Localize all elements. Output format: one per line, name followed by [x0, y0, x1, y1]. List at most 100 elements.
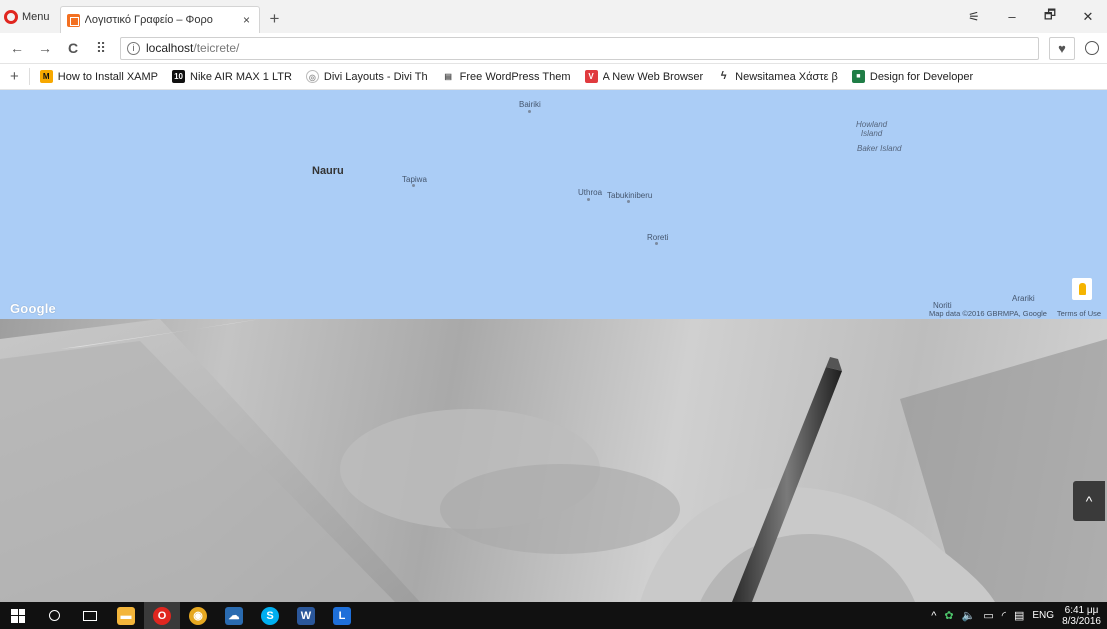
bookmark-item[interactable]: ◎ Divi Layouts - Divi Th	[305, 70, 428, 83]
map-data-credit: Map data ©2016 GBRMPA, Google	[929, 309, 1047, 318]
document-icon: ▤	[441, 70, 455, 83]
task-view-icon	[83, 610, 97, 621]
taskbar-search-button[interactable]	[36, 602, 72, 629]
volume-icon[interactable]: 🔈	[962, 609, 976, 622]
word-icon: W	[297, 606, 315, 625]
taskbar-app-word[interactable]: W	[288, 602, 324, 629]
taskbar-app-cloud[interactable]: ☁	[216, 602, 252, 629]
newsitamea-icon: ϟ	[717, 70, 731, 83]
restore-button[interactable]: 🗗	[1031, 6, 1069, 28]
map-place-dot	[412, 184, 415, 187]
bookmark-label: A New Web Browser	[602, 70, 704, 83]
folder-icon: ▬	[117, 606, 135, 625]
map-label-nauru: Nauru	[312, 165, 344, 177]
windows-logo-icon	[11, 608, 25, 623]
nike-icon: 10	[172, 70, 186, 83]
bookmark-item[interactable]: ■ Design for Developer	[851, 70, 974, 83]
street-view-pegman-icon[interactable]	[1072, 278, 1092, 300]
site-info-icon[interactable]: i	[127, 41, 140, 55]
divi-icon: ◎	[305, 70, 319, 83]
clock-date: 8/3/2016	[1062, 615, 1101, 627]
bookmark-label: How to Install XAMP	[57, 70, 159, 83]
tab-title: Λογιστικό Γραφείο – Φορο	[84, 14, 213, 26]
battery-icon[interactable]: ▭	[983, 609, 993, 622]
system-tray: ^ ✿ 🔈 ▭ ◜ ▤ ENG 6:41 μμ 8/3/2016	[931, 605, 1107, 627]
bookmarks-bar: + M How to Install XAMP 10 Nike AIR MAX …	[0, 64, 1107, 90]
bookmark-label: Newsitamea Χάστε β	[735, 70, 838, 83]
map-place-dot	[587, 198, 590, 201]
hero-photo-writing	[0, 319, 1107, 602]
map-label-arariki: Arariki	[1012, 294, 1035, 303]
clock-time: 6:41 μμ	[1064, 604, 1099, 616]
menu-label: Menu	[22, 10, 50, 23]
opera-icon: O	[153, 606, 171, 625]
tab-menu-icon[interactable]: ⚟	[955, 9, 993, 25]
task-view-button[interactable]	[72, 602, 108, 629]
url-path: /teicrete/	[193, 41, 240, 55]
google-logo[interactable]: Google	[10, 301, 56, 316]
bookmark-label: Divi Layouts - Divi Th	[323, 70, 428, 83]
google-map[interactable]: Bairiki Howland Island Baker Island Naur…	[0, 90, 1107, 319]
tab-close-icon[interactable]: ×	[241, 13, 253, 27]
taskbar-clock[interactable]: 6:41 μμ 8/3/2016	[1062, 605, 1101, 627]
taskbar-app-chrome[interactable]: ◉	[180, 602, 216, 629]
language-indicator[interactable]: ENG	[1032, 610, 1054, 621]
url-input[interactable]: i localhost/teicrete/	[120, 36, 1039, 60]
bookmark-item[interactable]: ϟ Newsitamea Χάστε β	[717, 70, 838, 83]
map-label-tabukiniberu: Tabukiniberu	[607, 191, 653, 200]
taskbar-app-skype[interactable]: S	[252, 602, 288, 629]
scroll-to-top-button[interactable]: ^	[1073, 481, 1105, 521]
terms-of-use-link[interactable]: Terms of Use	[1057, 309, 1101, 318]
taskbar-app-file-explorer[interactable]: ▬	[108, 602, 144, 629]
map-label-uthroa: Uthroa	[578, 188, 603, 197]
forward-icon[interactable]: →	[36, 40, 54, 56]
opera-menu-button[interactable]: Menu	[0, 0, 58, 33]
bookmark-label: Design for Developer	[869, 70, 974, 83]
minimize-button[interactable]: –	[993, 9, 1031, 24]
heart-icon: ♥	[1058, 40, 1066, 56]
network-app-icon[interactable]: ✿	[944, 609, 953, 622]
map-label-roreti: Roreti	[647, 233, 669, 242]
address-bar: ← → C ⠿ i localhost/teicrete/ ♥	[0, 33, 1107, 64]
map-label-bairiki: Bairiki	[519, 100, 541, 109]
bookmark-heart-button[interactable]: ♥	[1049, 36, 1075, 60]
map-place-dot	[655, 242, 658, 245]
vivaldi-icon: V	[584, 70, 598, 83]
reload-icon[interactable]: C	[64, 40, 82, 56]
window-controls: ⚟ – 🗗 ✕	[955, 0, 1107, 33]
bookmark-label: Free WordPress Them	[459, 70, 571, 83]
opera-logo-icon	[4, 9, 18, 24]
profile-icon[interactable]	[1085, 41, 1099, 55]
map-place-dot	[528, 110, 531, 113]
hero-photo-illustration	[0, 319, 1107, 602]
bookmark-item[interactable]: 10 Nike AIR MAX 1 LTR	[172, 70, 292, 83]
l-app-icon: L	[333, 606, 351, 625]
map-attribution: Map data ©2016 GBRMPA, Google Terms of U…	[929, 309, 1107, 318]
taskbar-app-opera[interactable]: O	[144, 602, 180, 629]
browser-titlebar: Menu Λογιστικό Γραφείο – Φορο × + ⚟ – 🗗 …	[0, 0, 1107, 33]
windows-taskbar: ▬ O ◉ ☁ S W L ^ ✿ 🔈 ▭ ◜ ▤ ENG 6:41 μμ 8/…	[0, 602, 1107, 629]
map-place-dot	[627, 200, 630, 203]
tray-chevron-icon[interactable]: ^	[931, 610, 936, 622]
add-bookmark-button[interactable]: +	[6, 68, 30, 85]
cloud-app-icon: ☁	[225, 606, 243, 625]
wifi-icon[interactable]: ◜	[1002, 609, 1006, 622]
xampp-icon: M	[39, 70, 53, 83]
map-label-howland: Howland Island	[856, 120, 888, 138]
close-window-button[interactable]: ✕	[1069, 9, 1107, 25]
taskbar-app-l[interactable]: L	[324, 602, 360, 629]
action-center-icon[interactable]: ▤	[1014, 609, 1024, 622]
map-label-baker: Baker Island	[857, 144, 902, 153]
bookmark-item[interactable]: V A New Web Browser	[584, 70, 704, 83]
url-host: localhost	[146, 41, 194, 55]
chrome-icon: ◉	[189, 606, 207, 625]
new-tab-button[interactable]: +	[260, 9, 290, 29]
speed-dial-icon[interactable]: ⠿	[92, 40, 110, 57]
back-icon[interactable]: ←	[8, 40, 26, 56]
design-icon: ■	[851, 70, 865, 83]
bookmark-item[interactable]: M How to Install XAMP	[39, 70, 159, 83]
browser-tab-active[interactable]: Λογιστικό Γραφείο – Φορο ×	[59, 6, 260, 33]
start-button[interactable]	[0, 602, 36, 629]
map-label-tapiwa: Tapiwa	[402, 175, 427, 184]
bookmark-item[interactable]: ▤ Free WordPress Them	[441, 70, 571, 83]
